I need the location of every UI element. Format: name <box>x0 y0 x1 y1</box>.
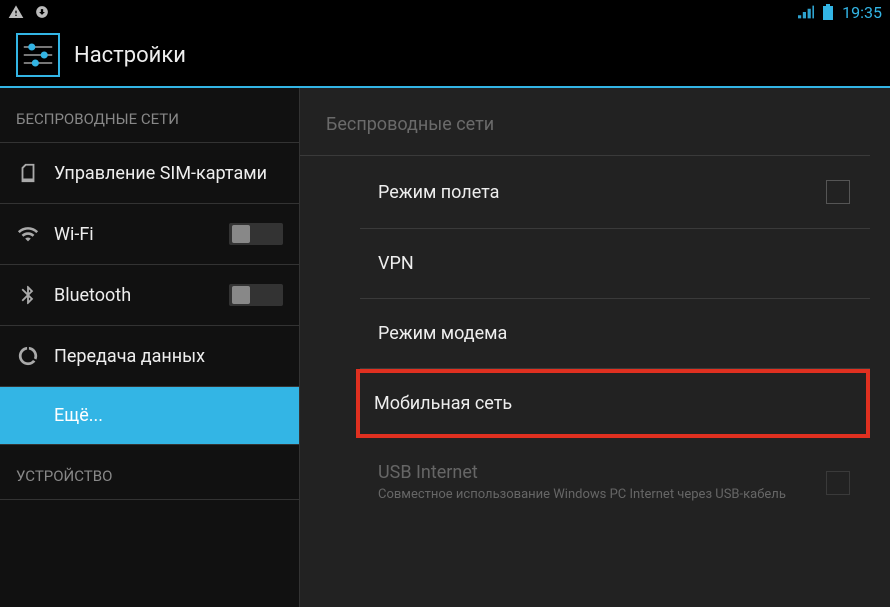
data-usage-icon <box>16 344 40 368</box>
detail-section-header: Беспроводные сети <box>300 88 870 156</box>
battery-icon <box>820 4 836 20</box>
usb-internet-checkbox <box>826 471 850 495</box>
sidebar-item-label: Передача данных <box>54 346 283 367</box>
warning-icon <box>8 4 24 20</box>
list-item-airplane[interactable]: Режим полета <box>360 156 870 229</box>
list-item-title: Режим модема <box>378 323 850 344</box>
list-item-title: VPN <box>378 253 850 274</box>
settings-sidebar: БЕСПРОВОДНЫЕ СЕТИ Управление SIM-картами… <box>0 88 300 607</box>
sidebar-item-label: Wi-Fi <box>54 224 215 245</box>
bluetooth-icon <box>16 283 40 307</box>
sidebar-item-label: Ещё... <box>54 405 283 426</box>
sidebar-item-more[interactable]: Ещё... <box>0 387 299 445</box>
list-item-mobile-network[interactable]: Мобильная сеть <box>356 369 870 438</box>
list-item-subtitle: Совместное использование Windows PC Inte… <box>378 487 814 504</box>
sidebar-item-label: Управление SIM-картами <box>54 163 283 184</box>
settings-app-icon[interactable] <box>16 33 60 77</box>
sidebar-item-label: Bluetooth <box>54 285 215 306</box>
status-bar: 19:35 <box>0 0 890 24</box>
sidebar-item-wifi[interactable]: Wi-Fi <box>0 204 299 265</box>
sidebar-item-sim[interactable]: Управление SIM-картами <box>0 143 299 204</box>
signal-icon <box>798 4 814 20</box>
clock-time: 19:35 <box>842 3 882 22</box>
settings-detail-panel: Беспроводные сети Режим полета VPN Режим… <box>300 88 890 607</box>
list-item-title: Мобильная сеть <box>374 393 846 414</box>
bluetooth-toggle[interactable] <box>229 284 283 306</box>
wifi-icon <box>16 222 40 246</box>
list-item-tethering[interactable]: Режим модема <box>360 299 870 369</box>
download-icon <box>34 4 50 20</box>
title-bar: Настройки <box>0 24 890 88</box>
sidebar-section-wireless: БЕСПРОВОДНЫЕ СЕТИ <box>0 88 299 143</box>
sidebar-section-device: УСТРОЙСТВО <box>0 445 299 500</box>
list-item-title: USB Internet <box>378 462 814 483</box>
list-item-title: Режим полета <box>378 182 814 203</box>
airplane-checkbox[interactable] <box>826 180 850 204</box>
sidebar-item-bluetooth[interactable]: Bluetooth <box>0 265 299 326</box>
list-item-usb-internet: USB Internet Совместное использование Wi… <box>360 438 870 528</box>
sim-icon <box>16 161 40 185</box>
wifi-toggle[interactable] <box>229 223 283 245</box>
sidebar-item-data-usage[interactable]: Передача данных <box>0 326 299 387</box>
page-title: Настройки <box>74 43 186 68</box>
list-item-vpn[interactable]: VPN <box>360 229 870 299</box>
